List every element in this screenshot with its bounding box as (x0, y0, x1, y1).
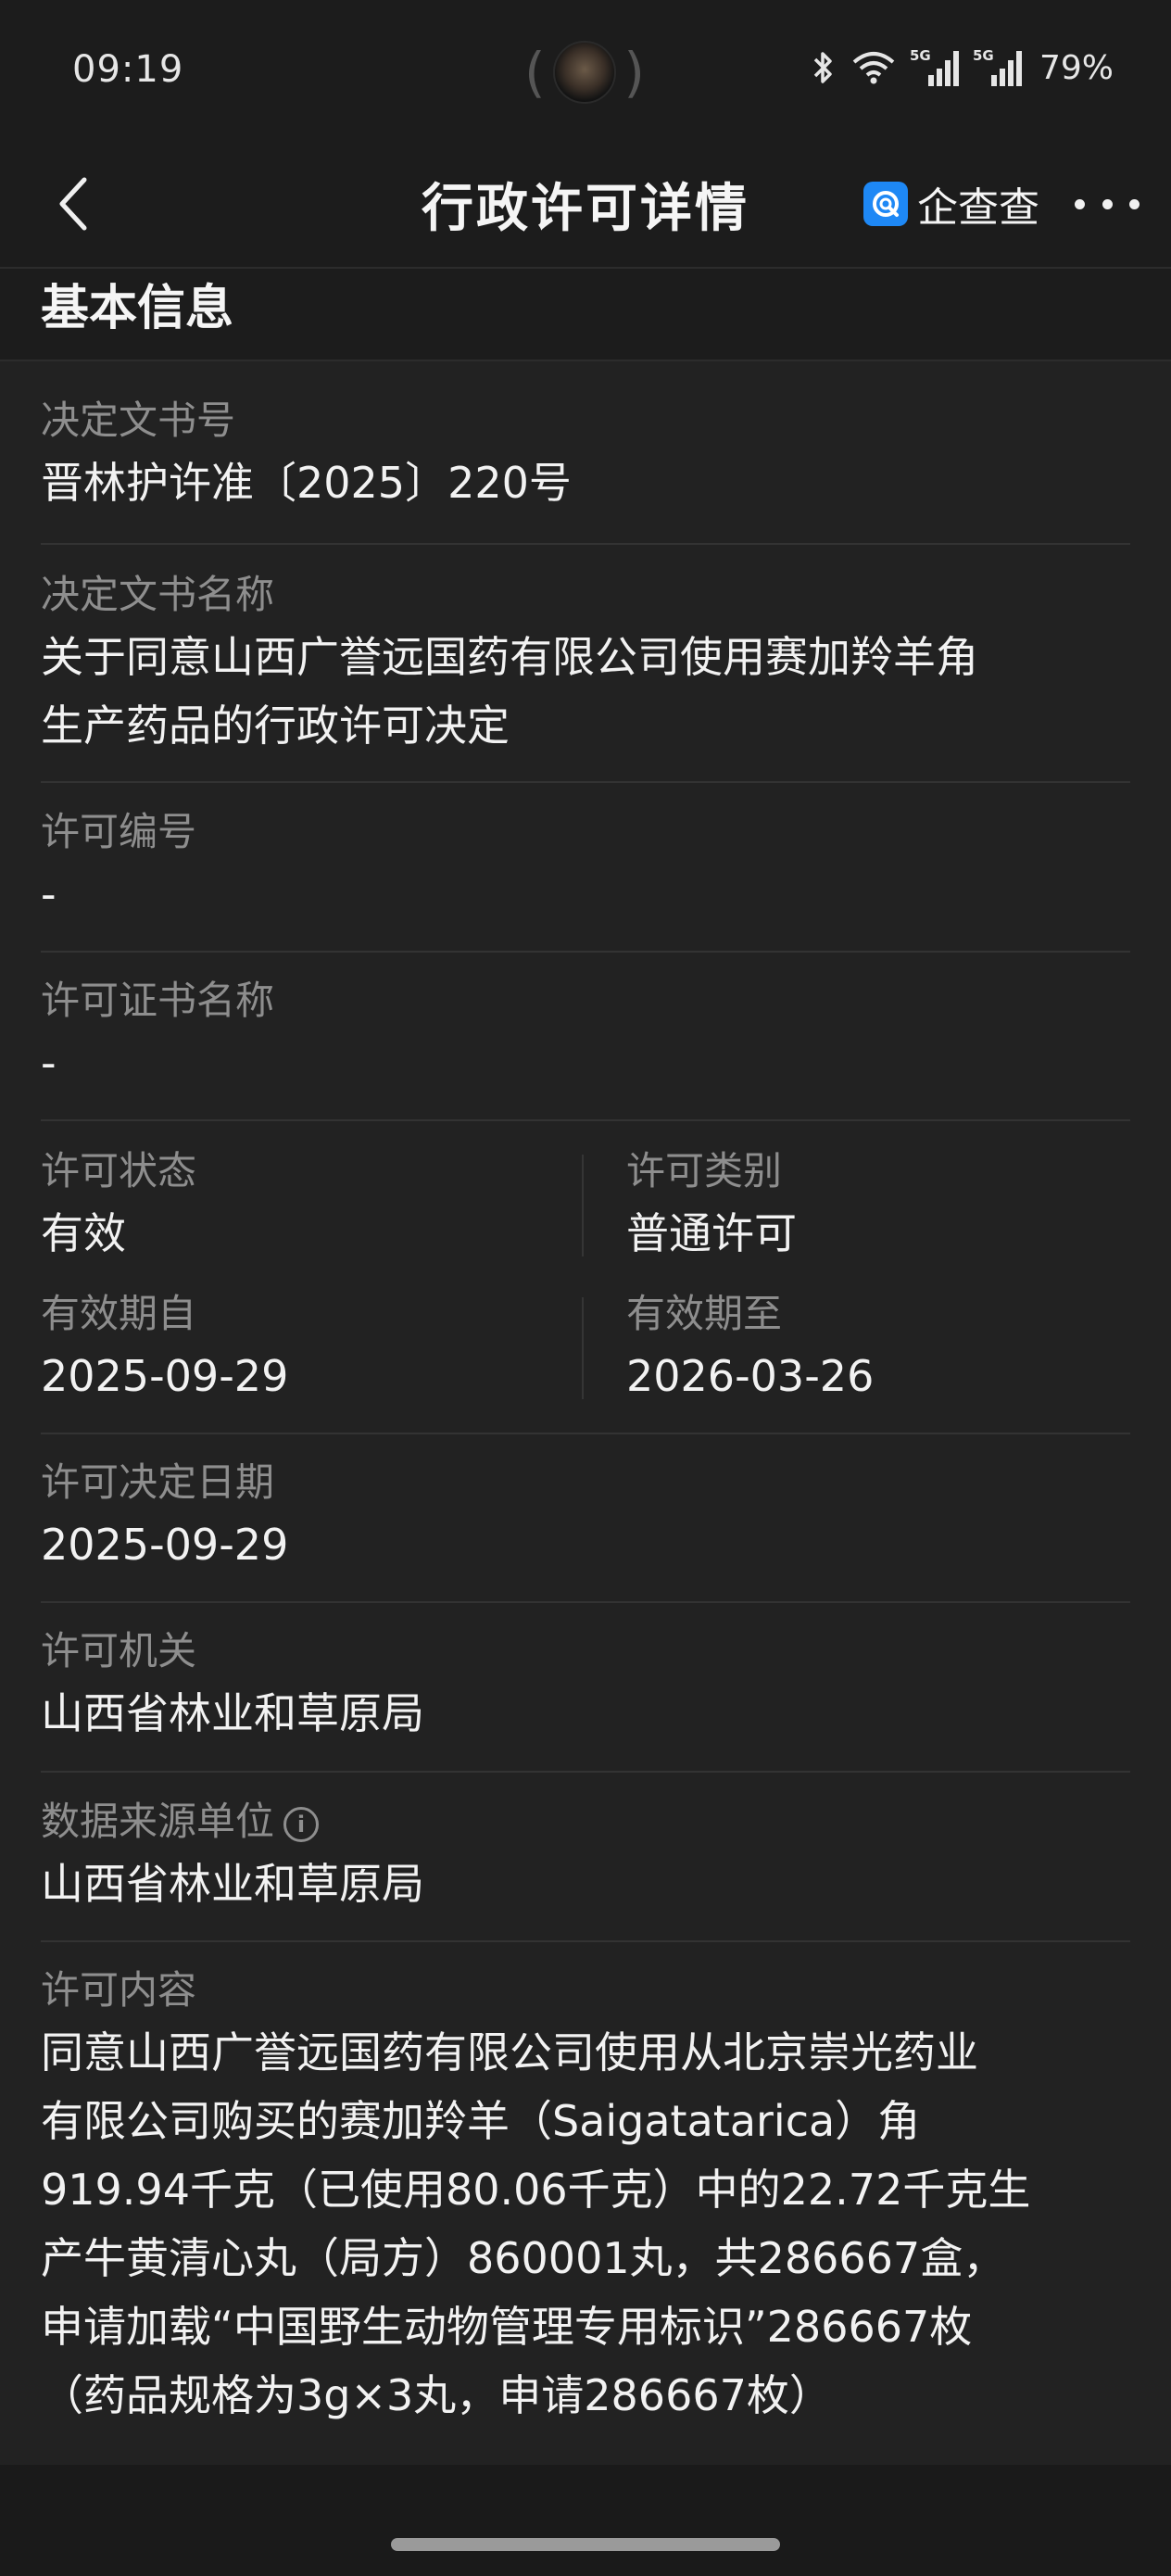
divider (41, 1940, 1130, 1942)
bottom-bar (0, 2465, 1171, 2576)
field-value: 有效 (41, 1208, 126, 1258)
permit-category-field: 许可类别 普通许可 (626, 1143, 1127, 1268)
field-value-line: 生产药品的行政许可决定 (41, 701, 510, 751)
qichacha-logo-icon (863, 182, 908, 226)
decision-number-field: 决定文书号 晋林护许准〔2025〕220号 (41, 393, 1130, 517)
field-value: 2025-09-29 (41, 1351, 289, 1401)
content-line: 有限公司购买的赛加羚羊（Saigatatarica）角 (41, 2096, 921, 2146)
content-line: 919.94千克（已使用80.06千克）中的22.72千克生 (41, 2165, 1031, 2215)
dot-icon (1075, 198, 1085, 209)
divider (41, 1433, 1130, 1434)
field-value: 2026-03-26 (626, 1351, 875, 1401)
app-screen: 09:19 ( ) 5G 5G 79% 行政许可详情 企查查 基本信息 决定文书… (0, 0, 1171, 2576)
divider (41, 781, 1130, 783)
5g-signal-icon: 5G (910, 47, 960, 88)
profile-avatar (553, 41, 616, 104)
section-title: 基本信息 (41, 281, 234, 336)
content-line: （药品规格为3g×3丸，申请286667枚） (41, 2370, 832, 2420)
status-bar: 09:19 ( ) 5G 5G 79% (0, 0, 1171, 139)
content-line: 产牛黄清心丸（局方）860001丸，共286667盒， (41, 2233, 1006, 2283)
5g-label: 5G (910, 47, 931, 64)
field-value: - (41, 1038, 57, 1088)
valid-to-field: 有效期至 2026-03-26 (626, 1286, 1127, 1410)
field-label-row: 数据来源单位 i (41, 1794, 1130, 1850)
status-time: 09:19 (72, 48, 184, 91)
certificate-name-field: 许可证书名称 - (41, 973, 1130, 1097)
bluetooth-icon (810, 49, 837, 86)
field-label: 许可编号 (41, 809, 197, 854)
brand-name: 企查查 (917, 184, 1039, 232)
qichacha-brand[interactable]: 企查查 (863, 176, 1039, 232)
field-label: 许可决定日期 (41, 1459, 275, 1505)
permit-content-field: 许可内容 同意山西广誉远国药有限公司使用从北京崇光药业 有限公司购买的赛加羚羊（… (41, 1963, 1130, 2430)
wifi-icon (850, 49, 897, 86)
vertical-divider (582, 1155, 584, 1256)
home-indicator[interactable] (391, 2538, 780, 2551)
authority-field: 许可机关 山西省林业和草原局 (41, 1623, 1130, 1748)
field-label: 许可机关 (41, 1628, 197, 1673)
field-label: 许可内容 (41, 1967, 197, 2013)
field-value: 2025-09-29 (41, 1520, 289, 1570)
field-label: 数据来源单位 (41, 1799, 275, 1844)
more-options-button[interactable] (1075, 176, 1140, 232)
dot-icon (1102, 198, 1113, 209)
field-value: 山西省林业和草原局 (41, 1859, 424, 1909)
field-label: 许可证书名称 (41, 978, 275, 1023)
divider (41, 1601, 1130, 1603)
decision-name-field: 决定文书名称 关于同意山西广誉远国药有限公司使用赛加羚羊角 生产药品的行政许可决… (41, 567, 1130, 760)
5g-label: 5G (973, 47, 994, 64)
divider (41, 543, 1130, 545)
permit-status-field: 许可状态 有效 (41, 1143, 560, 1268)
data-source-field: 数据来源单位 i 山西省林业和草原局 (41, 1794, 1130, 1918)
field-value: 山西省林业和草原局 (41, 1688, 424, 1738)
camera-bracket-right: ) (623, 41, 645, 104)
divider (41, 1771, 1130, 1773)
valid-from-field: 有效期自 2025-09-29 (41, 1286, 560, 1410)
camera-bracket-left: ( (524, 41, 546, 104)
field-value: 晋林护许准〔2025〕220号 (41, 458, 572, 508)
content-line: 申请加载“中国野生动物管理专用标识”286667枚 (41, 2302, 973, 2352)
dot-icon (1129, 198, 1140, 209)
divider (41, 951, 1130, 953)
5g-signal-icon: 5G (973, 47, 1023, 88)
field-label: 许可状态 (41, 1148, 197, 1193)
info-icon[interactable]: i (283, 1806, 320, 1842)
field-label: 决定文书名称 (41, 572, 275, 617)
field-label: 许可类别 (626, 1148, 783, 1193)
field-value-line: 关于同意山西广誉远国药有限公司使用赛加羚羊角 (41, 632, 978, 682)
content-line: 同意山西广誉远国药有限公司使用从北京崇光药业 (41, 2027, 978, 2077)
field-value: 普通许可 (626, 1208, 797, 1258)
battery-level: 79% (1039, 48, 1114, 87)
permit-number-field: 许可编号 - (41, 804, 1130, 928)
decision-date-field: 许可决定日期 2025-09-29 (41, 1455, 1130, 1579)
field-label: 有效期至 (626, 1291, 783, 1336)
camera-cutout: ( ) (524, 35, 645, 109)
field-label: 决定文书号 (41, 398, 236, 443)
nav-header: 行政许可详情 企查查 (0, 139, 1171, 269)
field-value: - (41, 869, 57, 919)
divider (41, 1119, 1130, 1121)
field-label: 有效期自 (41, 1291, 197, 1336)
system-icons: 5G 5G 79% (810, 44, 1114, 91)
vertical-divider (582, 1297, 584, 1399)
